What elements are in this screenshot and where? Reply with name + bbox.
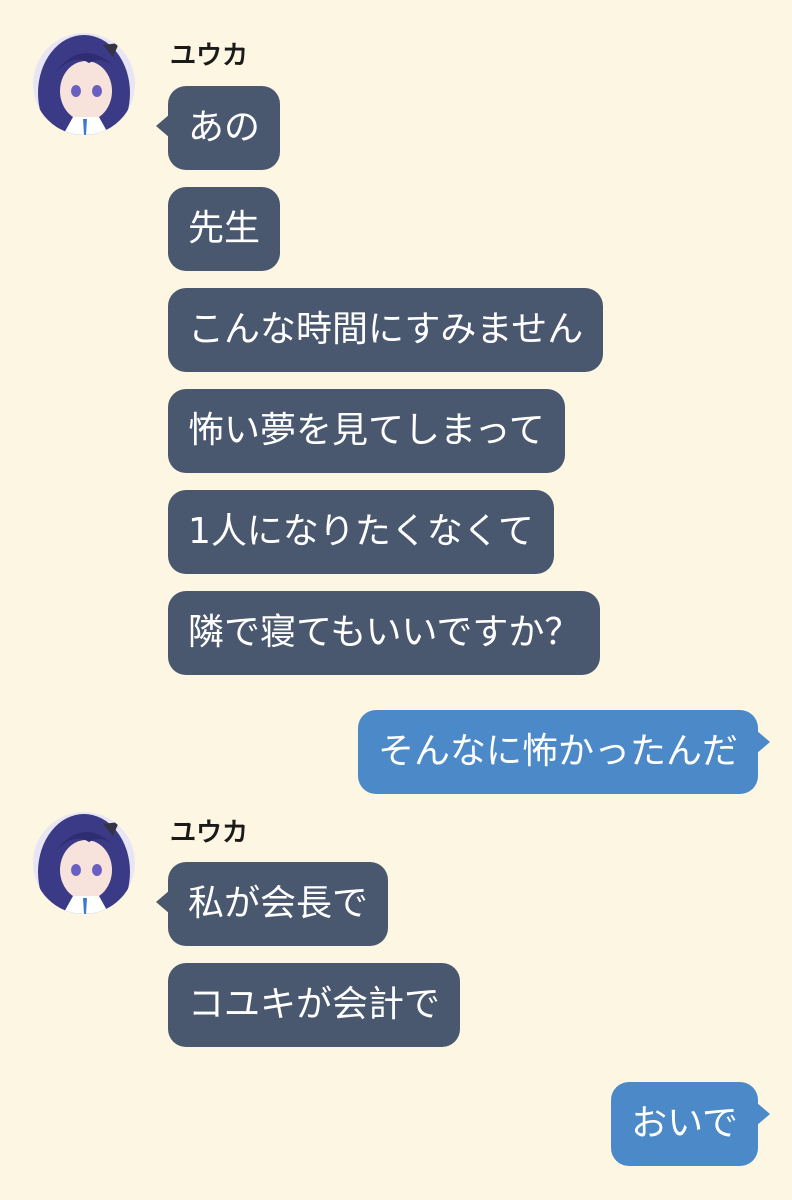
incoming-message-bubble[interactable]: 隣で寝てもいいですか？ [168,591,601,675]
outgoing-message-bubble[interactable]: おいで [611,1082,770,1166]
bubble-tail [756,1102,770,1126]
incoming-message-bubble[interactable]: こんな時間にすみません [168,288,604,372]
message-text: コユキが会計で [188,984,441,1025]
message-text: 1人になりたくなくて [188,511,534,552]
message-text: 私が会長で [188,883,369,924]
incoming-message-bubble[interactable]: 1人になりたくなくて [168,490,554,574]
message-text: 隣で寝てもいいですか？ [188,612,581,653]
message-text: そんなに怖かったんだ [377,731,738,772]
bubble-tail [156,890,170,914]
message-text: おいで [631,1103,738,1144]
incoming-message-bubble[interactable]: コユキが会計で [168,963,461,1047]
sender-name: ユウカ [170,41,249,71]
message-text: こんな時間にすみません [188,309,584,350]
message-text: あの [188,107,261,148]
incoming-message-bubble[interactable]: 怖い夢を見てしまって [168,389,565,473]
sender-avatar[interactable] [33,812,135,914]
bubble-tail [156,114,170,138]
character-avatar-icon [33,33,135,135]
character-avatar-icon [33,812,135,914]
message-text: 怖い夢を見てしまって [188,410,545,451]
sender-name: ユウカ [170,818,249,848]
message-text: 先生 [188,208,261,249]
sender-avatar[interactable] [33,33,135,135]
incoming-message-bubble[interactable]: あの [156,86,281,170]
outgoing-message-bubble[interactable]: そんなに怖かったんだ [357,710,770,794]
incoming-message-bubble[interactable]: 私が会長で [156,862,389,946]
incoming-message-bubble[interactable]: 先生 [168,187,281,271]
bubble-tail [756,730,770,754]
